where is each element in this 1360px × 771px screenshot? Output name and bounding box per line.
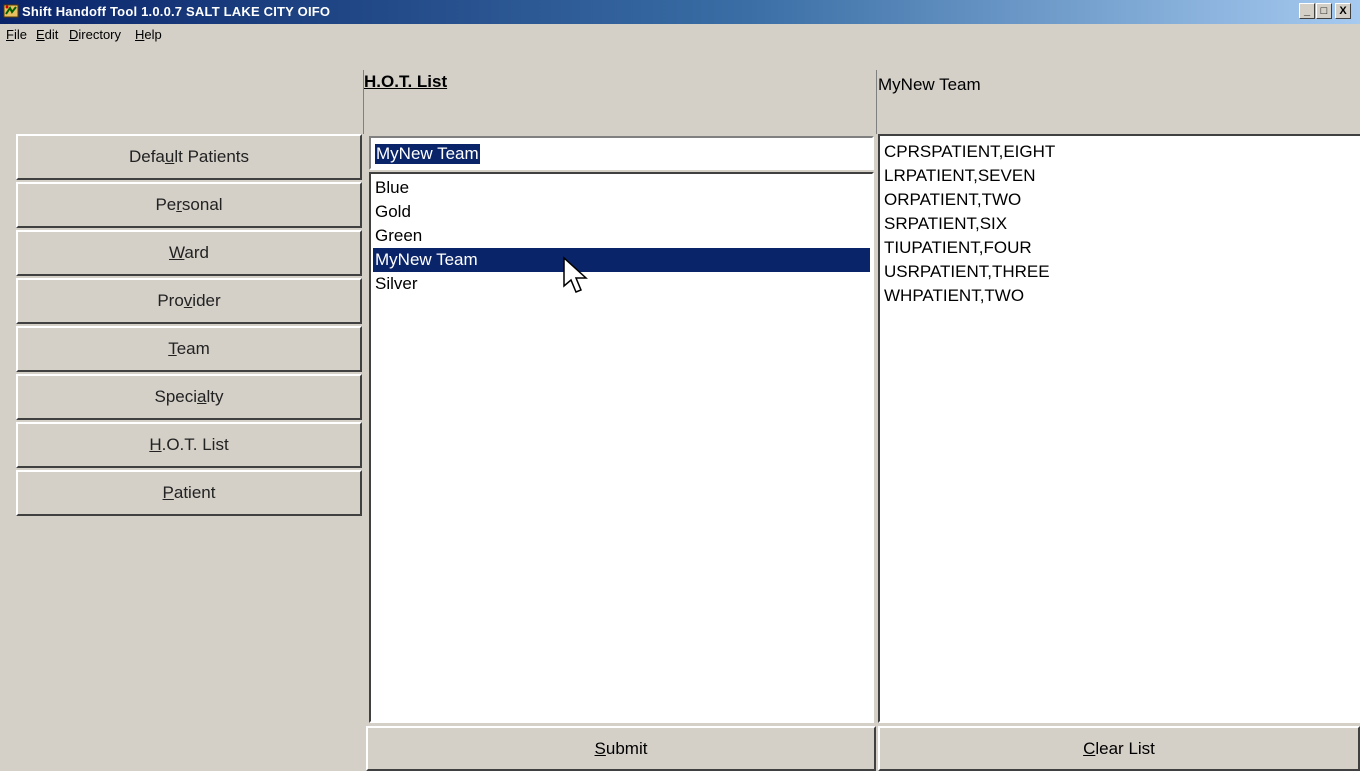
patient-listbox[interactable]: CPRSPATIENT,EIGHT LRPATIENT,SEVEN ORPATI… <box>878 134 1360 723</box>
ward-button[interactable]: Ward <box>16 230 362 276</box>
divider <box>876 70 877 134</box>
menu-help[interactable]: Help <box>135 27 162 42</box>
list-item[interactable]: LRPATIENT,SEVEN <box>884 164 1035 188</box>
menu-file[interactable]: File <box>6 27 27 42</box>
list-item[interactable]: SRPATIENT,SIX <box>884 212 1007 236</box>
maximize-button[interactable]: □ <box>1316 3 1332 19</box>
close-button[interactable]: X <box>1335 3 1351 19</box>
mouse-cursor-icon <box>563 256 588 293</box>
menu-edit[interactable]: Edit <box>36 27 58 42</box>
clear-list-button[interactable]: Clear List <box>878 726 1360 771</box>
submit-button[interactable]: Submit <box>366 726 876 771</box>
list-item[interactable]: Green <box>375 224 422 248</box>
patient-button[interactable]: Patient <box>16 470 362 516</box>
minimize-button[interactable]: _ <box>1299 3 1315 19</box>
team-panel-header: MyNew Team <box>878 75 981 94</box>
specialty-button[interactable]: Specialty <box>16 374 362 420</box>
window-title: Shift Handoff Tool 1.0.0.7 SALT LAKE CIT… <box>22 4 331 19</box>
list-item[interactable]: Blue <box>375 176 409 200</box>
input-selected-text: MyNew Team <box>375 144 480 164</box>
title-bar: Shift Handoff Tool 1.0.0.7 SALT LAKE CIT… <box>0 0 1360 24</box>
default-patients-button[interactable]: Default Patients <box>16 134 362 180</box>
personal-button[interactable]: Personal <box>16 182 362 228</box>
hot-list-listbox[interactable]: Blue Gold Green MyNew Team Silver <box>369 172 874 723</box>
list-item[interactable]: Gold <box>375 200 411 224</box>
menu-bar: File Edit Directory Help <box>0 24 1360 44</box>
list-item[interactable]: CPRSPATIENT,EIGHT <box>884 140 1055 164</box>
hot-list-header: H.O.T. List <box>364 72 448 91</box>
list-item[interactable]: TIUPATIENT,FOUR <box>884 236 1032 260</box>
list-item-selected[interactable]: MyNew Team <box>373 248 870 272</box>
team-button[interactable]: Team <box>16 326 362 372</box>
hot-list-name-input[interactable]: MyNew Team <box>369 136 874 170</box>
list-item[interactable]: Silver <box>375 272 418 296</box>
hot-list-button[interactable]: H.O.T. List <box>16 422 362 468</box>
list-item[interactable]: ORPATIENT,TWO <box>884 188 1021 212</box>
app-icon <box>3 4 19 18</box>
list-item[interactable]: USRPATIENT,THREE <box>884 260 1050 284</box>
list-item[interactable]: WHPATIENT,TWO <box>884 284 1024 308</box>
menu-directory[interactable]: Directory <box>69 27 121 42</box>
provider-button[interactable]: Provider <box>16 278 362 324</box>
